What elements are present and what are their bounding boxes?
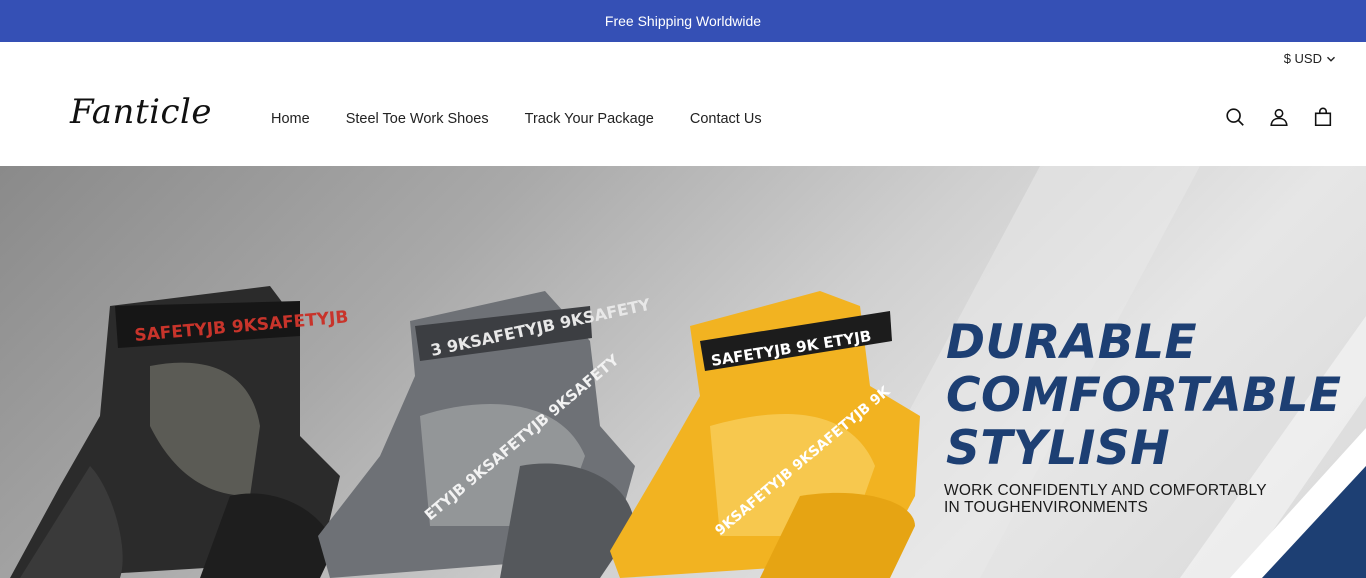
hero-headline-line-3: STYLISH [946,421,1171,476]
nav-home[interactable]: Home [271,111,310,127]
chevron-down-icon [1327,56,1335,62]
nav-track-your-package[interactable]: Track Your Package [525,111,654,127]
account-icon[interactable] [1268,106,1290,128]
site-header: $ USD Fanticle Home Steel Toe Work Shoes… [0,42,1366,166]
currency-selector[interactable]: $ USD [1284,51,1336,66]
shoe-black: SAFETYJB 9KSAFETYJB [10,286,349,578]
hero-banner[interactable]: SAFETYJB 9KSAFETYJB 3 9KSAFETYJB 9KSAFET… [0,166,1366,578]
hero-headline: DURABLE COMFORTABLE STYLISH [946,316,1342,475]
nav-steel-toe-work-shoes[interactable]: Steel Toe Work Shoes [346,111,489,127]
hero-headline-line-1: DURABLE [946,315,1198,370]
hero-subline: WORK CONFIDENTLY AND COMFORTABLY IN TOUG… [944,482,1267,516]
shoe-yellow: SAFETYJB 9K ETYJB 9KSAFETYJB 9KSAFETYJB … [610,291,920,578]
cart-icon[interactable] [1312,106,1334,128]
announcement-bar: Free Shipping Worldwide [0,0,1366,42]
hero-subline-line-1: WORK CONFIDENTLY AND COMFORTABLY [944,482,1267,499]
nav-contact-us[interactable]: Contact Us [690,111,762,127]
shoe-grey: 3 9KSAFETYJB 9KSAFETY ETYJB 9KSAFETYJB 9… [318,291,652,578]
announcement-text: Free Shipping Worldwide [604,13,762,29]
logo[interactable]: Fanticle [70,92,212,132]
hero-headline-line-2: COMFORTABLE [946,368,1342,423]
hero-subline-line-2: IN TOUGHENVIRONMENTS [944,499,1149,516]
search-icon[interactable] [1224,106,1246,128]
main-nav: Home Steel Toe Work Shoes Track Your Pac… [271,111,762,127]
header-icons [1224,106,1334,128]
currency-label: $ USD [1283,51,1322,66]
